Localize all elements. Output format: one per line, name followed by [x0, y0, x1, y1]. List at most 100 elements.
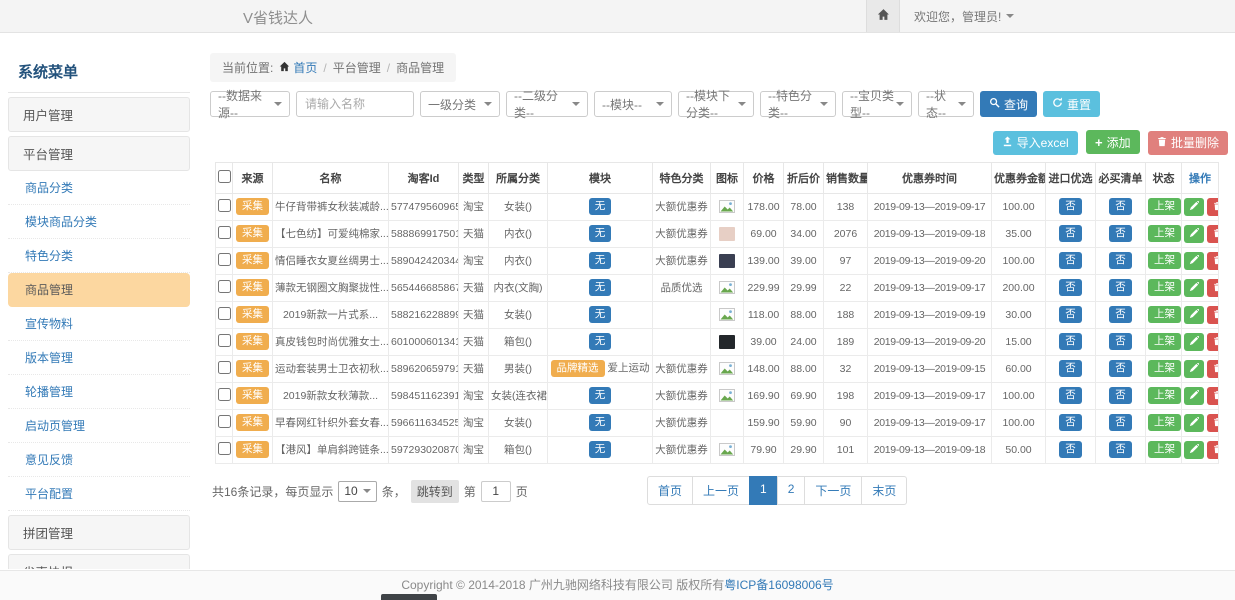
page-button-1[interactable]: 上一页 — [692, 476, 750, 505]
must-buy-toggle[interactable]: 否 — [1096, 355, 1146, 382]
edit-button[interactable] — [1184, 414, 1204, 432]
must-buy-toggle[interactable]: 否 — [1096, 409, 1146, 436]
row-checkbox[interactable] — [218, 226, 231, 239]
must-buy-toggle[interactable]: 否 — [1096, 328, 1146, 355]
sidebar-item-5[interactable]: 商品管理 — [8, 273, 190, 307]
icp-link[interactable]: 粤ICP备16098006号 — [724, 578, 833, 592]
sidebar-item-1[interactable]: 平台管理 — [8, 136, 190, 171]
delete-button[interactable] — [1207, 333, 1219, 351]
must-buy-toggle[interactable]: 否 — [1096, 247, 1146, 274]
must-buy-toggle[interactable]: 否 — [1096, 436, 1146, 463]
reset-button[interactable]: 重置 — [1043, 91, 1100, 117]
imported-toggle[interactable]: 否 — [1046, 382, 1096, 409]
edit-button[interactable] — [1184, 387, 1204, 405]
per-page-select[interactable]: 10 — [338, 481, 376, 502]
select-all-checkbox[interactable] — [218, 170, 231, 183]
edit-button[interactable] — [1184, 333, 1204, 351]
imported-toggle[interactable]: 否 — [1046, 436, 1096, 463]
home-button[interactable] — [866, 0, 900, 32]
breadcrumb-home-link[interactable]: 首页 — [279, 59, 317, 76]
imported-toggle[interactable]: 否 — [1046, 409, 1096, 436]
status-badge[interactable]: 上架 — [1146, 301, 1182, 328]
page-input[interactable] — [481, 481, 511, 502]
delete-button[interactable] — [1207, 279, 1219, 297]
filter-select-6[interactable]: --宝贝类型-- — [842, 91, 912, 117]
page-button-2[interactable]: 1 — [749, 476, 778, 505]
imported-toggle[interactable]: 否 — [1046, 247, 1096, 274]
search-button[interactable]: 查询 — [980, 91, 1037, 117]
filter-select-4[interactable]: --模块下分类-- — [678, 91, 754, 117]
filter-select-3[interactable]: --模块-- — [594, 91, 672, 117]
edit-button[interactable] — [1184, 279, 1204, 297]
page-button-4[interactable]: 下一页 — [804, 476, 862, 505]
status-badge[interactable]: 上架 — [1146, 355, 1182, 382]
imported-toggle[interactable]: 否 — [1046, 328, 1096, 355]
row-checkbox[interactable] — [218, 199, 231, 212]
filter-select-7[interactable]: --状态-- — [918, 91, 974, 117]
row-checkbox[interactable] — [218, 253, 231, 266]
sidebar-item-13[interactable]: 省惠快报 — [8, 554, 190, 569]
imported-toggle[interactable]: 否 — [1046, 220, 1096, 247]
status-badge[interactable]: 上架 — [1146, 193, 1182, 220]
jump-button[interactable]: 跳转到 — [411, 480, 459, 503]
edit-button[interactable] — [1184, 441, 1204, 459]
filter-select-2[interactable]: --二级分类-- — [506, 91, 588, 117]
status-badge[interactable]: 上架 — [1146, 274, 1182, 301]
row-checkbox[interactable] — [218, 442, 231, 455]
edit-button[interactable] — [1184, 252, 1204, 270]
sidebar-item-3[interactable]: 模块商品分类 — [8, 205, 190, 239]
imported-toggle[interactable]: 否 — [1046, 301, 1096, 328]
page-button-0[interactable]: 首页 — [647, 476, 693, 505]
row-checkbox[interactable] — [218, 388, 231, 401]
import-excel-button[interactable]: 导入excel — [993, 131, 1078, 155]
delete-button[interactable] — [1207, 252, 1219, 270]
row-checkbox[interactable] — [218, 361, 231, 374]
imported-toggle[interactable]: 否 — [1046, 355, 1096, 382]
sidebar-item-11[interactable]: 平台配置 — [8, 477, 190, 511]
delete-button[interactable] — [1207, 306, 1219, 324]
must-buy-toggle[interactable]: 否 — [1096, 382, 1146, 409]
edit-button[interactable] — [1184, 198, 1204, 216]
sidebar-item-6[interactable]: 宣传物料 — [8, 307, 190, 341]
status-badge[interactable]: 上架 — [1146, 328, 1182, 355]
sidebar-item-7[interactable]: 版本管理 — [8, 341, 190, 375]
user-menu[interactable]: 欢迎您，管理员! — [914, 8, 1014, 25]
page-button-5[interactable]: 末页 — [861, 476, 907, 505]
status-badge[interactable]: 上架 — [1146, 436, 1182, 463]
delete-button[interactable] — [1207, 225, 1219, 243]
row-checkbox[interactable] — [218, 415, 231, 428]
delete-button[interactable] — [1207, 360, 1219, 378]
must-buy-toggle[interactable]: 否 — [1096, 220, 1146, 247]
sidebar-item-8[interactable]: 轮播管理 — [8, 375, 190, 409]
add-button[interactable]: + 添加 — [1086, 130, 1140, 154]
delete-button[interactable] — [1207, 387, 1219, 405]
status-badge[interactable]: 上架 — [1146, 409, 1182, 436]
row-checkbox[interactable] — [218, 307, 231, 320]
filter-select-0[interactable]: --数据来源-- — [210, 91, 290, 117]
search-name-input[interactable] — [296, 91, 414, 117]
imported-toggle[interactable]: 否 — [1046, 193, 1096, 220]
must-buy-toggle[interactable]: 否 — [1096, 193, 1146, 220]
edit-button[interactable] — [1184, 306, 1204, 324]
sidebar-item-9[interactable]: 启动页管理 — [8, 409, 190, 443]
imported-toggle[interactable]: 否 — [1046, 274, 1096, 301]
must-buy-toggle[interactable]: 否 — [1096, 274, 1146, 301]
sidebar-item-4[interactable]: 特色分类 — [8, 239, 190, 273]
sidebar-item-0[interactable]: 用户管理 — [8, 97, 190, 132]
sidebar-item-12[interactable]: 拼团管理 — [8, 515, 190, 550]
edit-button[interactable] — [1184, 360, 1204, 378]
must-buy-toggle[interactable]: 否 — [1096, 301, 1146, 328]
delete-button[interactable] — [1207, 414, 1219, 432]
page-button-3[interactable]: 2 — [777, 476, 806, 505]
edit-button[interactable] — [1184, 225, 1204, 243]
row-checkbox[interactable] — [218, 334, 231, 347]
status-badge[interactable]: 上架 — [1146, 382, 1182, 409]
row-checkbox[interactable] — [218, 280, 231, 293]
delete-button[interactable] — [1207, 198, 1219, 216]
status-badge[interactable]: 上架 — [1146, 247, 1182, 274]
sidebar-item-10[interactable]: 意见反馈 — [8, 443, 190, 477]
sidebar-item-2[interactable]: 商品分类 — [8, 171, 190, 205]
batch-delete-button[interactable]: 批量删除 — [1148, 131, 1228, 155]
filter-select-1[interactable]: 一级分类 — [420, 91, 500, 117]
status-badge[interactable]: 上架 — [1146, 220, 1182, 247]
